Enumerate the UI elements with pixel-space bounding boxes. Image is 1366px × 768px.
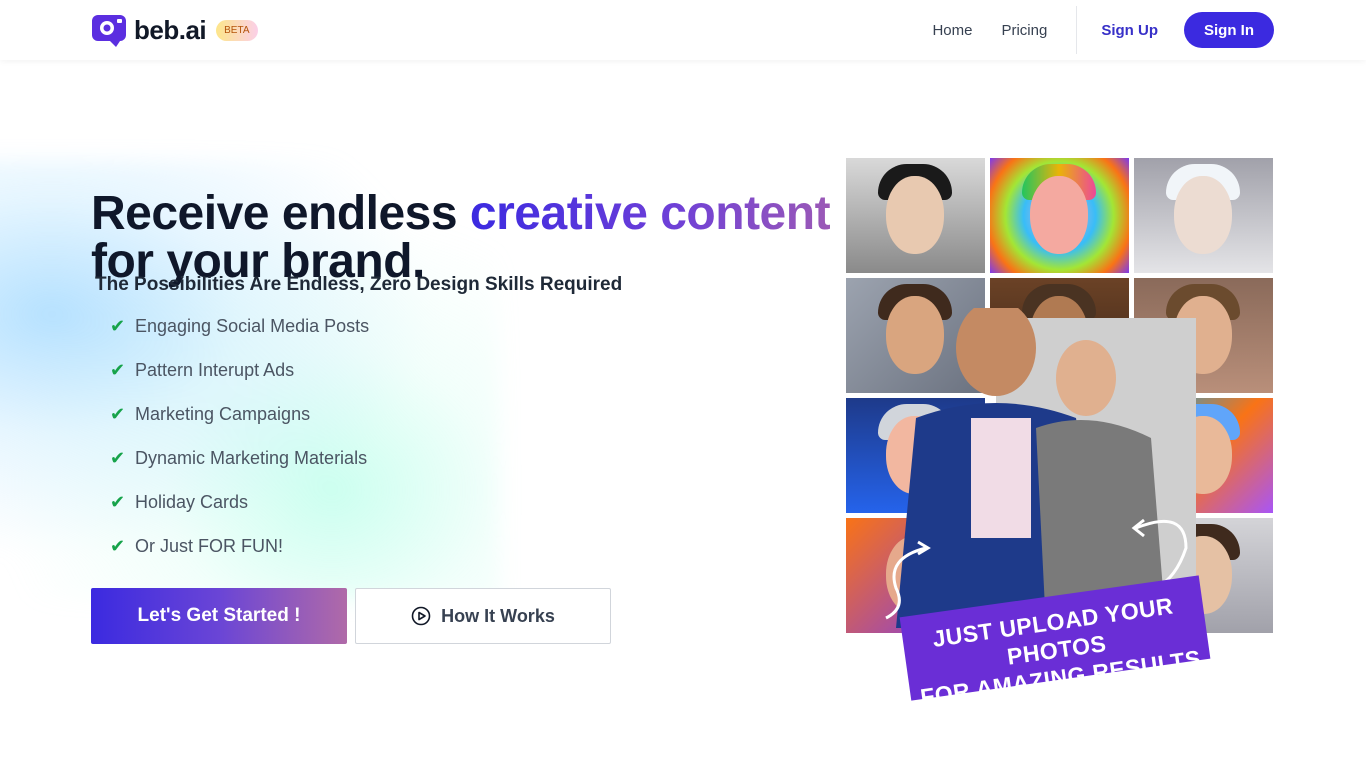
portrait-tile	[990, 158, 1129, 273]
beta-badge: BETA	[216, 19, 258, 41]
check-icon: ✔	[110, 316, 126, 336]
sample-results-collage: JUST UPLOAD YOUR PHOTOS FOR AMAZING RESU…	[846, 158, 1274, 710]
sign-up-link[interactable]: Sign Up	[1101, 22, 1158, 39]
feature-label: Pattern Interupt Ads	[135, 360, 295, 380]
feature-item: ✔ Engaging Social Media Posts	[110, 316, 369, 360]
nav-pricing-link[interactable]: Pricing	[1001, 22, 1047, 39]
site-header: beb.ai BETA Home Pricing Sign Up Sign In	[0, 0, 1366, 60]
feature-item: ✔ Dynamic Marketing Materials	[110, 448, 369, 492]
hero-subheadline: The Possibilities Are Endless, Zero Desi…	[95, 274, 623, 295]
check-icon: ✔	[110, 404, 126, 424]
how-it-works-label: How It Works	[441, 605, 555, 626]
portrait-tile	[1134, 158, 1273, 273]
feature-item: ✔ Holiday Cards	[110, 492, 369, 536]
feature-label: Or Just FOR FUN!	[135, 536, 283, 556]
play-icon	[411, 606, 431, 626]
brand-logo[interactable]: beb.ai BETA	[92, 13, 258, 47]
check-icon: ✔	[110, 536, 126, 556]
feature-label: Marketing Campaigns	[135, 404, 311, 424]
headline-accent: creative content	[469, 187, 831, 241]
check-icon: ✔	[110, 448, 126, 468]
feature-list: ✔ Engaging Social Media Posts ✔ Pattern In…	[110, 316, 369, 580]
hero-headline: Receive endless creative content for you…	[91, 190, 831, 286]
nav-home-link[interactable]: Home	[932, 22, 972, 39]
portrait-tile	[846, 158, 985, 273]
main-nav: Home Pricing Sign Up Sign In	[932, 6, 1274, 54]
nav-divider	[1076, 6, 1078, 54]
feature-label: Engaging Social Media Posts	[135, 316, 370, 336]
sign-in-button[interactable]: Sign In	[1184, 12, 1274, 48]
how-it-works-button[interactable]: How It Works	[355, 588, 611, 644]
get-started-button[interactable]: Let's Get Started !	[91, 588, 347, 644]
feature-item: ✔ Marketing Campaigns	[110, 404, 369, 448]
feature-label: Dynamic Marketing Materials	[135, 448, 368, 468]
feature-item: ✔ Or Just FOR FUN!	[110, 536, 369, 580]
brand-name: beb.ai	[134, 14, 207, 45]
headline-prefix: Receive endless	[91, 187, 458, 241]
feature-label: Holiday Cards	[135, 492, 249, 512]
check-icon: ✔	[110, 360, 126, 380]
check-icon: ✔	[110, 492, 126, 512]
feature-item: ✔ Pattern Interupt Ads	[110, 360, 369, 404]
camera-logo-icon	[92, 15, 126, 47]
